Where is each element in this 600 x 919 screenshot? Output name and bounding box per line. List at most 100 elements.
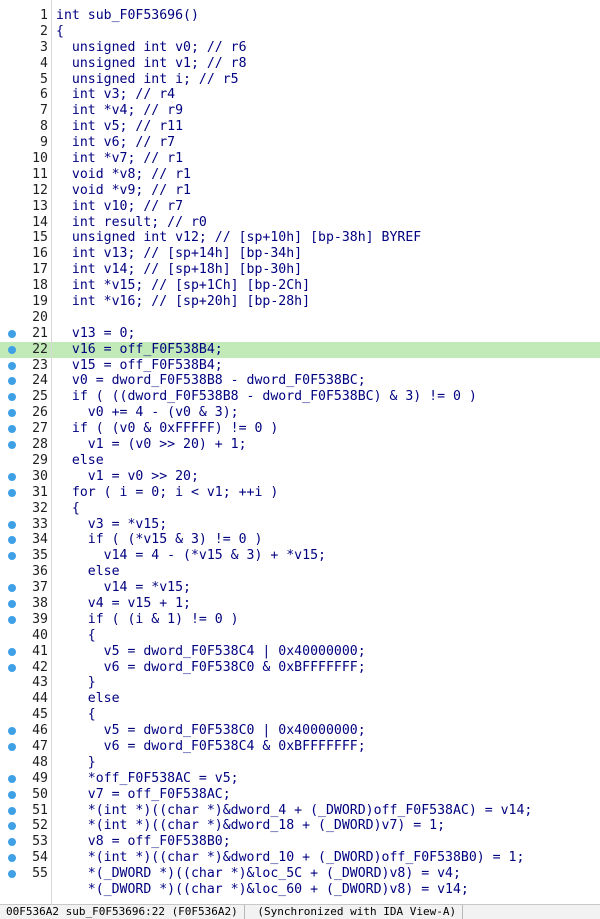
code-text[interactable]: v8 = off_F0F538B0;: [56, 834, 231, 850]
code-text[interactable]: v4 = v15 + 1;: [56, 596, 191, 612]
breakpoint-dot-icon[interactable]: [8, 441, 16, 450]
code-line[interactable]: 13 int v10; // r7: [0, 199, 600, 215]
code-text[interactable]: *off_F0F538AC = v5;: [56, 771, 239, 787]
code-text[interactable]: int v3; // r4: [56, 87, 175, 103]
code-text[interactable]: v15 = off_F0F538B4;: [56, 358, 223, 374]
breakpoint-dot-icon[interactable]: [8, 472, 16, 481]
code-line[interactable]: 23 v15 = off_F0F538B4;: [0, 358, 600, 374]
code-line[interactable]: 27 if ( (v0 & 0xFFFFF) != 0 ): [0, 421, 600, 437]
code-text[interactable]: *(int *)((char *)&dword_4 + (_DWORD)off_…: [56, 803, 533, 819]
code-line[interactable]: 15 unsigned int v12; // [sp+10h] [bp-38h…: [0, 230, 600, 246]
code-text[interactable]: int v13; // [sp+14h] [bp-34h]: [56, 246, 302, 262]
code-text[interactable]: v1 = v0 >> 20;: [56, 469, 199, 485]
code-text[interactable]: *(int *)((char *)&dword_18 + (_DWORD)v7)…: [56, 818, 445, 834]
breakpoint-dot-icon[interactable]: [8, 822, 16, 831]
code-line[interactable]: 17 int v14; // [sp+18h] [bp-30h]: [0, 262, 600, 278]
code-line[interactable]: 12 void *v9; // r1: [0, 183, 600, 199]
breakpoint-dot-icon[interactable]: [8, 838, 16, 847]
code-text[interactable]: v0 = dword_F0F538B8 - dword_F0F538BC;: [56, 373, 366, 389]
code-line[interactable]: 37 v14 = *v15;: [0, 580, 600, 596]
breakpoint-dot-icon[interactable]: [8, 520, 16, 529]
breakpoint-dot-icon[interactable]: [8, 870, 16, 879]
breakpoint-dot-icon[interactable]: [8, 552, 16, 561]
code-line[interactable]: 28 v1 = (v0 >> 20) + 1;: [0, 437, 600, 453]
code-text[interactable]: {: [56, 628, 96, 644]
pseudocode-view[interactable]: 1 int sub_F0F53696() 2{3 unsigned int v0; …: [0, 8, 600, 898]
code-text[interactable]: unsigned int v0; // r6: [56, 40, 247, 56]
code-text[interactable]: if ( (*v15 & 3) != 0 ): [56, 532, 263, 548]
code-line[interactable]: 6 int v3; // r4: [0, 87, 600, 103]
code-line[interactable]: 33 v3 = *v15;: [0, 517, 600, 533]
code-line[interactable]: 34 if ( (*v15 & 3) != 0 ): [0, 532, 600, 548]
code-text[interactable]: int v14; // [sp+18h] [bp-30h]: [56, 262, 302, 278]
code-text[interactable]: int *v15; // [sp+1Ch] [bp-2Ch]: [56, 278, 310, 294]
code-text[interactable]: int sub_F0F53696(): [56, 8, 199, 24]
code-line[interactable]: 31 for ( i = 0; i < v1; ++i ): [0, 485, 600, 501]
code-line[interactable]: 41 v5 = dword_F0F538C4 | 0x40000000;: [0, 644, 600, 660]
code-line[interactable]: 45 {: [0, 707, 600, 723]
code-line[interactable]: 39 if ( (i & 1) != 0 ): [0, 612, 600, 628]
code-text[interactable]: else: [56, 564, 120, 580]
code-line[interactable]: 36 else: [0, 564, 600, 580]
breakpoint-dot-icon[interactable]: [8, 425, 16, 434]
code-line[interactable]: 35 v14 = 4 - (*v15 & 3) + *v15;: [0, 548, 600, 564]
code-line[interactable]: 7 int *v4; // r9: [0, 103, 600, 119]
breakpoint-dot-icon[interactable]: [8, 361, 16, 370]
code-line[interactable]: 29 else: [0, 453, 600, 469]
code-text[interactable]: v14 = 4 - (*v15 & 3) + *v15;: [56, 548, 326, 564]
breakpoint-dot-icon[interactable]: [8, 742, 16, 751]
code-text[interactable]: {: [56, 501, 80, 517]
code-text[interactable]: int *v4; // r9: [56, 103, 183, 119]
code-line[interactable]: 42 v6 = dword_F0F538C0 & 0xBFFFFFFF;: [0, 660, 600, 676]
code-text[interactable]: v14 = *v15;: [56, 580, 191, 596]
code-line[interactable]: 3 unsigned int v0; // r6: [0, 40, 600, 56]
code-line[interactable]: 18 int *v15; // [sp+1Ch] [bp-2Ch]: [0, 278, 600, 294]
code-text[interactable]: int result; // r0: [56, 215, 207, 231]
code-text[interactable]: unsigned int v1; // r8: [56, 56, 247, 72]
code-text[interactable]: v7 = off_F0F538AC;: [56, 787, 231, 803]
breakpoint-dot-icon[interactable]: [8, 615, 16, 624]
code-text[interactable]: }: [56, 755, 96, 771]
code-line[interactable]: 32 {: [0, 501, 600, 517]
breakpoint-dot-icon[interactable]: [8, 774, 16, 783]
code-text[interactable]: *(_DWORD *)((char *)&loc_60 + (_DWORD)v8…: [56, 882, 469, 898]
code-line[interactable]: 2{: [0, 24, 600, 40]
code-text[interactable]: else: [56, 691, 120, 707]
code-line[interactable]: 43 }: [0, 675, 600, 691]
code-text[interactable]: if ( ((dword_F0F538B8 - dword_F0F538BC) …: [56, 389, 477, 405]
code-line[interactable]: 24 v0 = dword_F0F538B8 - dword_F0F538BC;: [0, 373, 600, 389]
code-line[interactable]: 14 int result; // r0: [0, 215, 600, 231]
code-text[interactable]: v1 = (v0 >> 20) + 1;: [56, 437, 247, 453]
code-line[interactable]: 22 v16 = off_F0F538B4;: [0, 341, 600, 358]
breakpoint-dot-icon[interactable]: [8, 329, 16, 338]
code-text[interactable]: for ( i = 0; i < v1; ++i ): [56, 485, 278, 501]
code-text[interactable]: v5 = dword_F0F538C0 | 0x40000000;: [56, 723, 366, 739]
code-line[interactable]: 25 if ( ((dword_F0F538B8 - dword_F0F538B…: [0, 389, 600, 405]
code-line[interactable]: 4 unsigned int v1; // r8: [0, 56, 600, 72]
breakpoint-dot-icon[interactable]: [8, 377, 16, 386]
code-line[interactable]: 49 *off_F0F538AC = v5;: [0, 771, 600, 787]
code-line[interactable]: 48 }: [0, 755, 600, 771]
code-text[interactable]: }: [56, 675, 96, 691]
code-text[interactable]: unsigned int i; // r5: [56, 72, 239, 88]
code-line[interactable]: 38 v4 = v15 + 1;: [0, 596, 600, 612]
code-text[interactable]: v5 = dword_F0F538C4 | 0x40000000;: [56, 644, 366, 660]
code-line[interactable]: 46 v5 = dword_F0F538C0 | 0x40000000;: [0, 723, 600, 739]
breakpoint-dot-icon[interactable]: [8, 409, 16, 418]
code-line[interactable]: 16 int v13; // [sp+14h] [bp-34h]: [0, 246, 600, 262]
breakpoint-dot-icon[interactable]: [8, 854, 16, 863]
breakpoint-dot-icon[interactable]: [8, 393, 16, 402]
code-text[interactable]: v0 += 4 - (v0 & 3);: [56, 405, 239, 421]
code-line[interactable]: 8 int v5; // r11: [0, 119, 600, 135]
code-line[interactable]: 19 int *v16; // [sp+20h] [bp-28h]: [0, 294, 600, 310]
code-line[interactable]: 9 int v6; // r7: [0, 135, 600, 151]
breakpoint-dot-icon[interactable]: [8, 790, 16, 799]
code-line[interactable]: 10 int *v7; // r1: [0, 151, 600, 167]
code-line[interactable]: 26 v0 += 4 - (v0 & 3);: [0, 405, 600, 421]
code-line[interactable]: 55 *(_DWORD *)((char *)&loc_5C + (_DWORD…: [0, 866, 600, 882]
code-text[interactable]: v16 = off_F0F538B4;: [56, 342, 223, 358]
code-line[interactable]: 5 unsigned int i; // r5: [0, 72, 600, 88]
breakpoint-dot-icon[interactable]: [8, 599, 16, 608]
code-line[interactable]: 50 v7 = off_F0F538AC;: [0, 787, 600, 803]
code-text[interactable]: if ( (i & 1) != 0 ): [56, 612, 239, 628]
